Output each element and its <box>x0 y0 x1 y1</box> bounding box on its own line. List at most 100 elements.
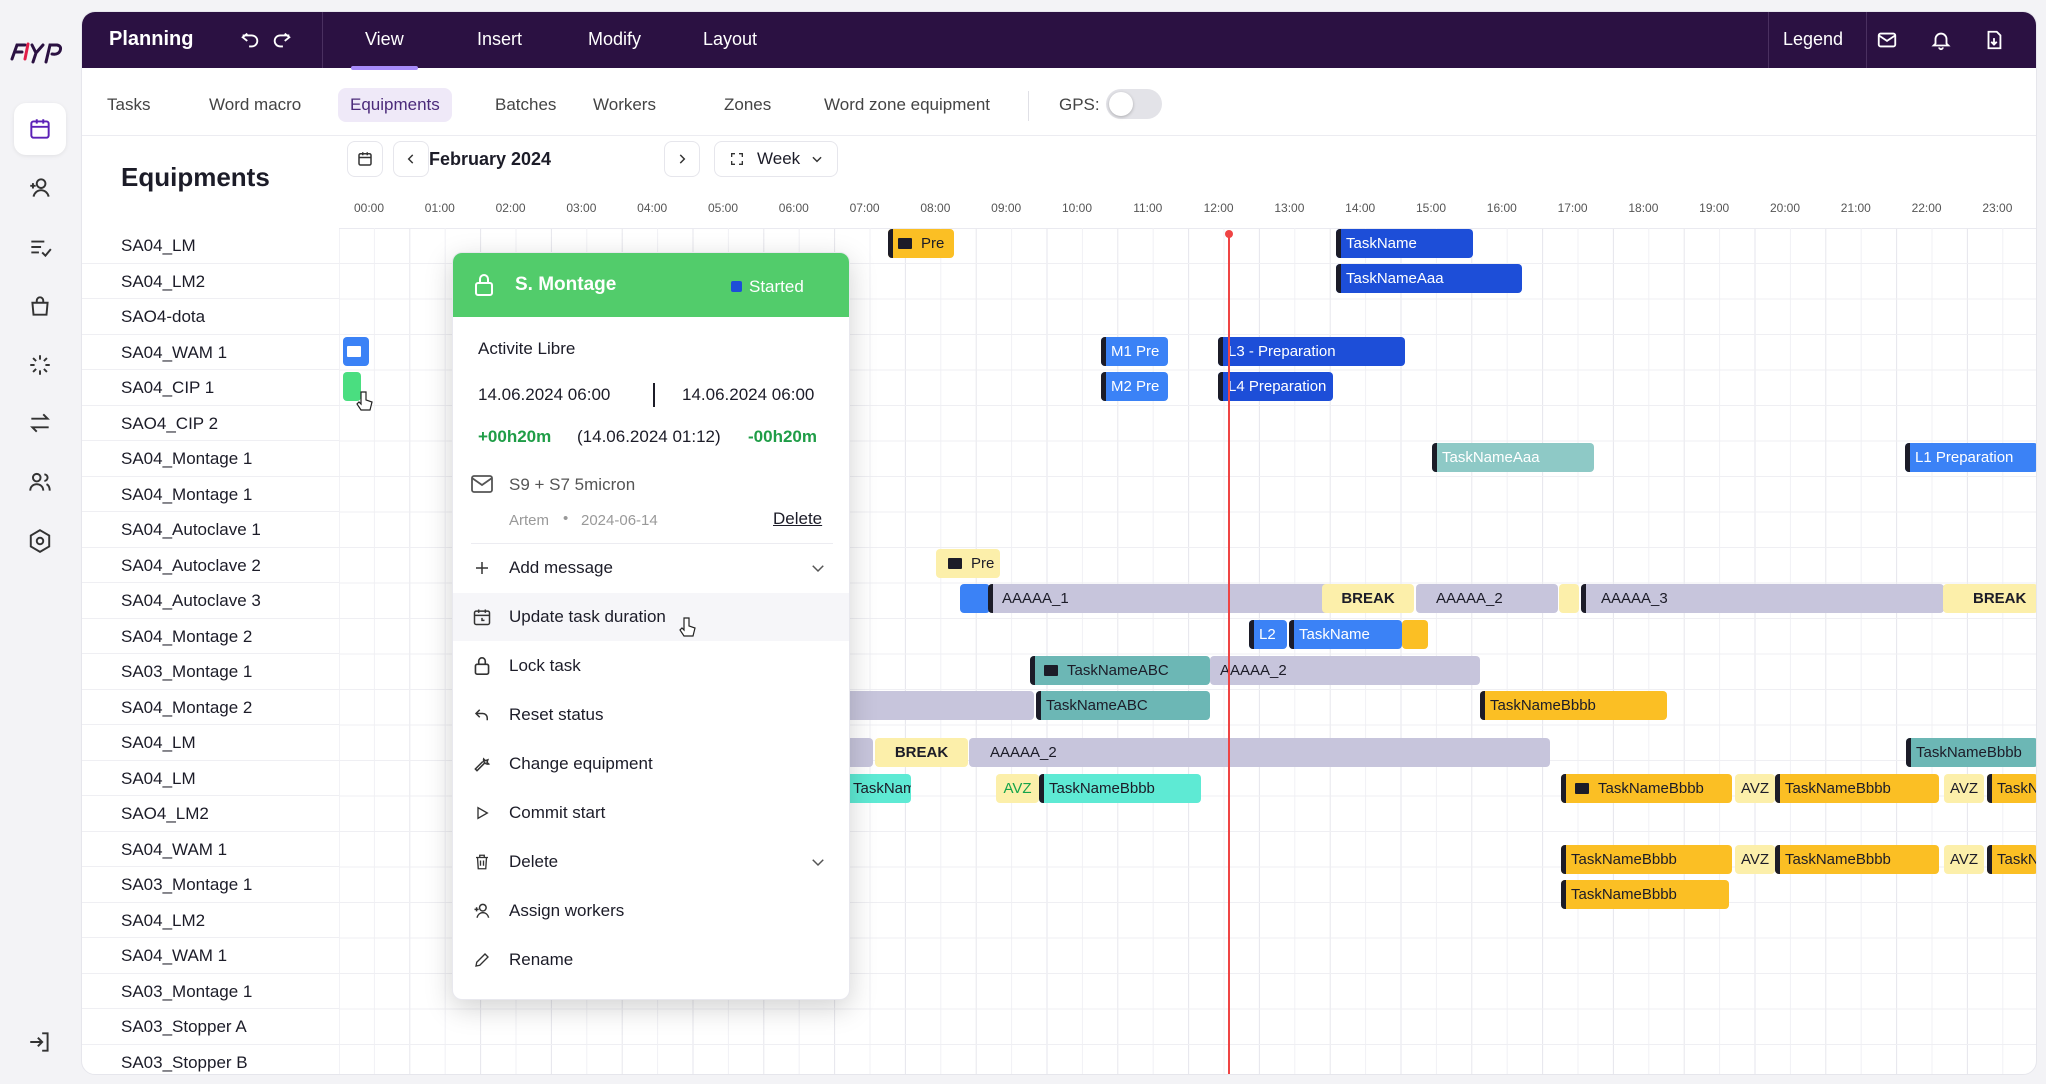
equipment-row[interactable]: SA03_Stopper A <box>82 1009 339 1045</box>
settings-nav-button[interactable] <box>14 515 66 567</box>
legend-button[interactable]: Legend <box>1783 29 1843 50</box>
add-user-nav-button[interactable] <box>14 162 66 214</box>
equipment-row[interactable]: SA04_Montage 2 <box>82 619 339 654</box>
view-select[interactable]: Week <box>714 141 838 177</box>
equipment-row[interactable]: SA04_Montage 2 <box>82 690 339 725</box>
delete-message-link[interactable]: Delete <box>773 509 822 529</box>
equipment-row[interactable]: SA04_WAM 1 <box>82 335 339 370</box>
equipment-row[interactable]: SA04_LM2 <box>82 264 339 299</box>
tab-batches[interactable]: Batches <box>483 88 568 122</box>
swap-nav-button[interactable] <box>14 397 66 449</box>
tab-workers[interactable]: Workers <box>581 88 668 122</box>
task-bar[interactable]: TaskNameBbbb <box>1906 738 2036 767</box>
task-bar[interactable]: TaskNameBbbb <box>1561 880 1729 909</box>
task-bar[interactable]: AAAAA_2 <box>969 738 1550 767</box>
equipment-row[interactable]: SAO4_LM2 <box>82 796 339 832</box>
task-bar[interactable] <box>1559 584 1579 613</box>
task-bar[interactable]: AVZ <box>1735 774 1775 803</box>
assign-workers-item[interactable]: Assign workers <box>453 887 849 935</box>
add-message-item[interactable]: Add message <box>453 544 849 592</box>
task-bar[interactable]: TaskNameABC <box>1030 656 1210 685</box>
task-bar[interactable]: AAAAA_2 <box>1416 584 1558 613</box>
checklist-nav-button[interactable] <box>14 221 66 273</box>
users-nav-button[interactable] <box>14 456 66 508</box>
update-duration-item[interactable]: Update task duration <box>453 593 849 641</box>
equipment-row[interactable]: SA04_LM <box>82 761 339 796</box>
equipment-row[interactable]: SA04_Autoclave 2 <box>82 548 339 583</box>
task-bar[interactable]: TaskNameBbbb <box>1987 774 2036 803</box>
task-bar[interactable]: L3 - Preparation <box>1218 337 1405 366</box>
mail-button[interactable] <box>1873 26 1901 54</box>
equipment-row[interactable]: SA04_LM2 <box>82 903 339 938</box>
tab-equipments[interactable]: Equipments <box>338 88 452 122</box>
export-button[interactable] <box>1980 26 2008 54</box>
task-bar[interactable]: AVZ <box>1944 845 1984 874</box>
menu-view[interactable]: View <box>351 29 418 70</box>
equipment-row[interactable]: SA04_WAM 1 <box>82 832 339 867</box>
task-bar[interactable]: TaskNameBbbb <box>1775 845 1939 874</box>
task-bar[interactable] <box>1402 620 1428 649</box>
task-bar[interactable]: BREAK <box>1322 584 1414 613</box>
equipment-row[interactable]: SA03_Stopper B <box>82 1045 339 1075</box>
task-bar[interactable]: Pre <box>888 229 954 258</box>
equipment-row[interactable]: SA04_LM <box>82 725 339 761</box>
bag-nav-button[interactable] <box>14 280 66 332</box>
undo-button[interactable] <box>236 26 264 54</box>
equipment-row[interactable]: SA04_Autoclave 1 <box>82 512 339 548</box>
task-bar[interactable]: L2 <box>1249 620 1287 649</box>
task-bar[interactable]: TaskNameBbbb <box>1561 774 1732 803</box>
task-bar[interactable]: TaskNameBbbb <box>1987 845 2036 874</box>
logout-nav-button[interactable] <box>14 1016 66 1068</box>
task-bar[interactable]: TaskNameAaa <box>1336 264 1522 293</box>
redo-button[interactable] <box>268 26 296 54</box>
equipment-row[interactable]: SA04_Montage 1 <box>82 441 339 477</box>
task-bar[interactable] <box>960 584 990 613</box>
menu-layout[interactable]: Layout <box>703 29 757 50</box>
task-bar[interactable]: TaskNameABC <box>1036 691 1210 720</box>
rename-item[interactable]: Rename <box>453 936 849 984</box>
task-bar[interactable]: Pre <box>936 549 1000 578</box>
task-bar[interactable]: BREAK <box>875 738 968 767</box>
calendar-nav-button[interactable] <box>14 103 66 155</box>
equipment-row[interactable]: SAO4_CIP 2 <box>82 406 339 441</box>
task-bar[interactable]: AVZ <box>1944 774 1984 803</box>
reset-status-item[interactable]: Reset status <box>453 691 849 739</box>
task-bar[interactable]: AAAAA_1 <box>988 584 1337 613</box>
change-equipment-item[interactable]: Change equipment <box>453 740 849 788</box>
equipment-row[interactable]: SA03_Montage 1 <box>82 974 339 1009</box>
equipment-row[interactable]: SA03_Montage 1 <box>82 867 339 903</box>
date-picker-button[interactable] <box>347 141 383 177</box>
task-bar[interactable]: TaskNameAaa <box>1432 443 1594 472</box>
gps-toggle[interactable] <box>1106 89 1162 119</box>
delete-item[interactable]: Delete <box>453 838 849 886</box>
lock-task-item[interactable]: Lock task <box>453 642 849 690</box>
notifications-button[interactable] <box>1927 26 1955 54</box>
task-bar[interactable]: TaskNameBbbb <box>1775 774 1939 803</box>
task-bar[interactable]: AAAAA_2 <box>1210 656 1480 685</box>
task-bar[interactable]: TaskName <box>1336 229 1473 258</box>
task-bar[interactable]: L1 Preparation <box>1905 443 2036 472</box>
task-bar[interactable]: BREAK <box>1943 584 2036 613</box>
task-bar[interactable]: TaskName <box>1289 620 1402 649</box>
task-bar[interactable]: TaskNameBbbb <box>1480 691 1667 720</box>
task-bar[interactable]: AVZ <box>996 774 1039 803</box>
task-bar[interactable]: TaskNameBbbb <box>1039 774 1201 803</box>
task-bar[interactable]: M1 Pre <box>1101 337 1168 366</box>
tab-zones[interactable]: Zones <box>712 88 783 122</box>
task-bar[interactable]: L4 Preparation <box>1218 372 1333 401</box>
task-bar[interactable] <box>343 337 369 366</box>
equipment-row[interactable]: SAO4-dota <box>82 299 339 335</box>
prev-period-button[interactable] <box>393 141 429 177</box>
equipment-row[interactable]: SA04_WAM 1 <box>82 938 339 974</box>
tab-word-zone-equipment[interactable]: Word zone equipment <box>812 88 1002 122</box>
equipment-row[interactable]: SA04_LM <box>82 228 339 264</box>
menu-modify[interactable]: Modify <box>588 29 641 50</box>
tab-tasks[interactable]: Tasks <box>95 88 162 122</box>
equipment-row[interactable]: SA04_CIP 1 <box>82 370 339 406</box>
commit-start-item[interactable]: Commit start <box>453 789 849 837</box>
next-period-button[interactable] <box>664 141 700 177</box>
tab-word-macro[interactable]: Word macro <box>197 88 313 122</box>
task-bar[interactable]: TaskNameBbbb <box>1561 845 1732 874</box>
equipment-row[interactable]: SA04_Autoclave 3 <box>82 583 339 619</box>
equipment-row[interactable]: SA04_Montage 1 <box>82 477 339 512</box>
